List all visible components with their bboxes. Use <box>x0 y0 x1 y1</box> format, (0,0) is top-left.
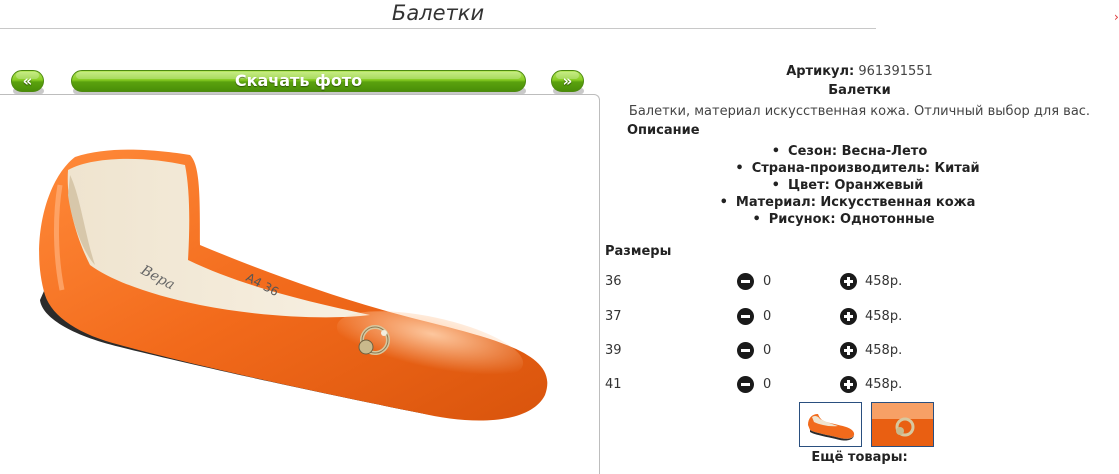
description-title: Описание <box>627 123 700 138</box>
edge-mark: › <box>1114 10 1119 24</box>
size-row: 36 0 458р. <box>605 272 1115 292</box>
feature-text: Материал: Искусственная кожа <box>735 195 976 210</box>
quantity-value: 0 <box>763 309 772 324</box>
article-label: Артикул: <box>786 64 855 79</box>
size-value: 41 <box>605 377 622 392</box>
more-products-label: Ещё товары: <box>811 450 908 465</box>
size-row: 37 0 458р. <box>605 307 1115 327</box>
minus-circle-icon[interactable] <box>737 308 754 325</box>
product-description: Балетки, материал искусственная кожа. От… <box>628 104 1091 119</box>
price-value: 458р. <box>865 343 903 358</box>
product-photo: А4 36 Вера <box>39 149 548 421</box>
plus-circle-icon[interactable] <box>840 376 857 393</box>
feature-text: Сезон: Весна-Лето <box>788 144 928 159</box>
title-divider <box>0 28 876 29</box>
feature-item: • Сезон: Весна-Лето <box>771 144 928 159</box>
price-value: 458р. <box>865 377 903 392</box>
plus-circle-icon[interactable] <box>840 273 857 290</box>
sizes-title: Размеры <box>605 244 672 259</box>
next-photo-button[interactable]: » <box>551 70 584 92</box>
download-photo-label: Скачать фото <box>234 71 363 90</box>
photo-thumbnail-detail[interactable] <box>871 402 934 447</box>
article-value: 961391551 <box>858 64 933 79</box>
feature-item: • Рисунок: Однотонные <box>752 212 935 227</box>
size-row: 41 0 458р. <box>605 375 1115 395</box>
thumbnail-shoe-image <box>808 414 855 441</box>
page-title: Балетки <box>391 1 485 25</box>
next-photo-label: » <box>562 72 573 90</box>
size-value: 36 <box>605 274 622 289</box>
plus-circle-icon[interactable] <box>840 342 857 359</box>
feature-item: • Цвет: Оранжевый <box>771 178 924 193</box>
quantity-value: 0 <box>763 274 772 289</box>
photo-thumbnail-side[interactable] <box>799 402 862 447</box>
feature-text: Страна-производитель: Китай <box>751 161 980 176</box>
size-row: 39 0 458р. <box>605 341 1115 361</box>
feature-text: Рисунок: Однотонные <box>768 212 935 227</box>
minus-circle-icon[interactable] <box>737 273 754 290</box>
product-name: Балетки <box>828 83 891 98</box>
minus-circle-icon[interactable] <box>737 342 754 359</box>
minus-circle-icon[interactable] <box>737 376 754 393</box>
price-value: 458р. <box>865 309 903 324</box>
quantity-value: 0 <box>763 377 772 392</box>
price-value: 458р. <box>865 274 903 289</box>
previous-photo-button[interactable]: « <box>11 70 44 92</box>
size-value: 39 <box>605 343 622 358</box>
thumbnail-buckle-image <box>872 403 933 446</box>
previous-photo-label: « <box>22 72 33 90</box>
plus-circle-icon[interactable] <box>840 308 857 325</box>
feature-item: • Материал: Искусственная кожа <box>719 195 976 210</box>
feature-text: Цвет: Оранжевый <box>787 178 924 193</box>
download-photo-button[interactable]: Скачать фото <box>71 70 526 92</box>
feature-item: • Страна-производитель: Китай <box>735 161 980 176</box>
quantity-value: 0 <box>763 343 772 358</box>
article-row: Артикул: 961391551 <box>600 64 1119 79</box>
product-photo-frame: А4 36 Вера <box>0 94 600 474</box>
size-value: 37 <box>605 309 622 324</box>
